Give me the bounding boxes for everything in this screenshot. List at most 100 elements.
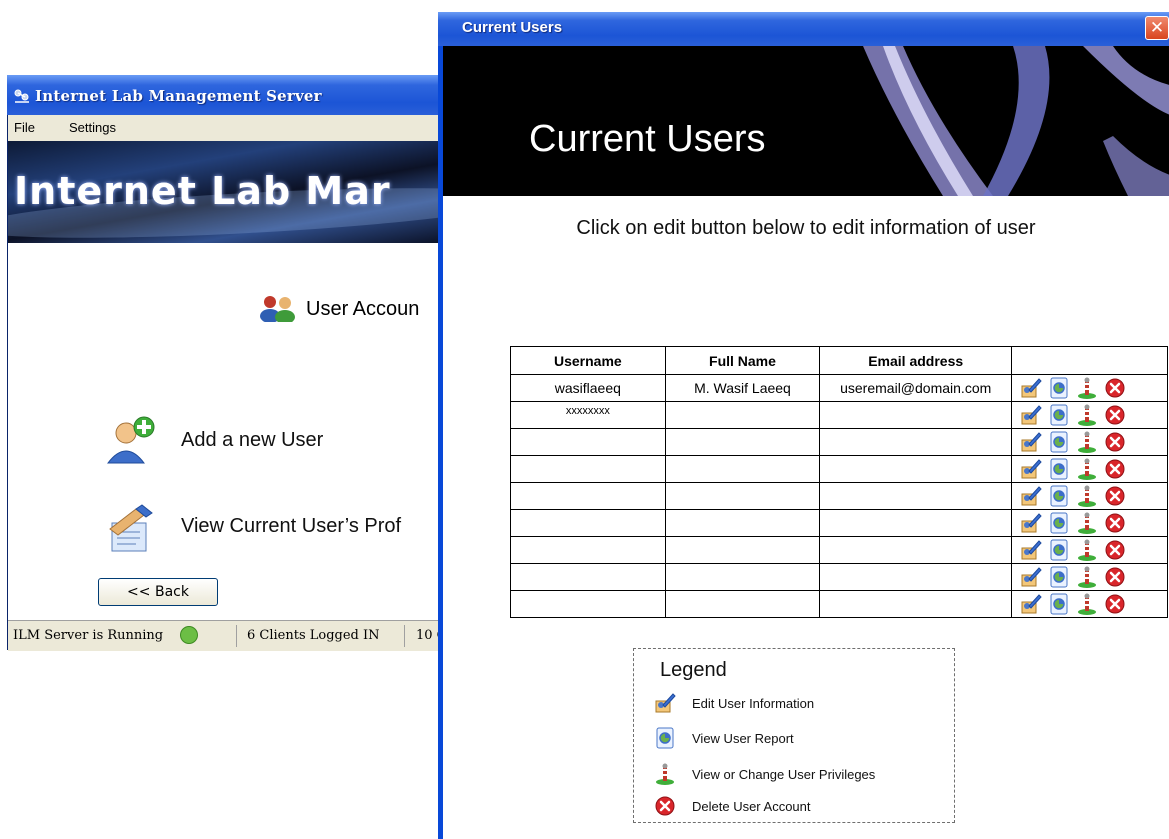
- back-button[interactable]: << Back: [98, 578, 218, 606]
- privileges-icon[interactable]: [1076, 485, 1098, 507]
- privileges-icon[interactable]: [1076, 593, 1098, 615]
- add-user-icon[interactable]: [106, 415, 158, 465]
- delete-icon[interactable]: [1104, 458, 1126, 480]
- view-profile-link[interactable]: View Current User’s Prof: [181, 515, 401, 538]
- edit-user-icon[interactable]: [1020, 404, 1042, 426]
- cell-username: [510, 563, 666, 591]
- header-full-name: Full Name: [664, 346, 821, 375]
- window-title: Internet Lab Management Server: [35, 87, 322, 105]
- table-row: [510, 482, 1168, 510]
- cell-actions: [1011, 536, 1168, 564]
- cell-email: [819, 401, 1013, 429]
- status-divider: [236, 625, 237, 647]
- cell-username: [510, 509, 666, 537]
- table-row: [510, 509, 1168, 537]
- view-report-icon[interactable]: [1048, 377, 1070, 399]
- cell-email: [819, 482, 1013, 510]
- cell-full-name: [664, 536, 821, 564]
- edit-user-icon[interactable]: [1020, 377, 1042, 399]
- cell-actions: [1011, 374, 1168, 402]
- view-report-icon[interactable]: [1048, 458, 1070, 480]
- delete-icon[interactable]: [1104, 431, 1126, 453]
- status-divider: [404, 625, 405, 647]
- cell-full-name: [664, 482, 821, 510]
- edit-user-icon[interactable]: [1020, 458, 1042, 480]
- row-actions: [1012, 539, 1167, 561]
- row-actions: [1012, 485, 1167, 507]
- banner-title: Internet Lab Mar: [14, 169, 391, 213]
- table-header-row: Username Full Name Email address: [510, 346, 1168, 375]
- table-row: wasiflaeeq M. Wasif Laeeq useremail@domain…: [510, 374, 1168, 402]
- delete-icon[interactable]: [1104, 485, 1126, 507]
- close-button[interactable]: ✕: [1145, 16, 1169, 40]
- view-report-icon: [654, 727, 676, 749]
- legend-item-privileges: View or Change User Privileges: [654, 762, 875, 786]
- view-report-icon[interactable]: [1048, 566, 1070, 588]
- delete-icon[interactable]: [1104, 566, 1126, 588]
- table-row: xxxxxxxx: [510, 401, 1168, 429]
- cell-actions: [1011, 482, 1168, 510]
- cell-email: [819, 509, 1013, 537]
- cell-username: [510, 536, 666, 564]
- row-actions: [1012, 566, 1167, 588]
- cell-email: [819, 563, 1013, 591]
- edit-user-icon[interactable]: [1020, 566, 1042, 588]
- server-status-text: ILM Server is Running: [13, 628, 164, 643]
- close-icon: ✕: [1149, 18, 1165, 38]
- privileges-icon[interactable]: [1076, 458, 1098, 480]
- view-profile-icon[interactable]: [106, 503, 158, 553]
- legend-label: Edit User Information: [692, 695, 815, 711]
- menu-file[interactable]: File: [14, 120, 35, 135]
- menu-settings[interactable]: Settings: [69, 120, 116, 135]
- edit-user-icon[interactable]: [1020, 485, 1042, 507]
- edit-user-icon[interactable]: [1020, 431, 1042, 453]
- edit-user-icon: [654, 692, 676, 714]
- cell-full-name: [664, 455, 821, 483]
- cell-username: [510, 482, 666, 510]
- privileges-icon[interactable]: [1076, 566, 1098, 588]
- cell-actions: [1011, 563, 1168, 591]
- privileges-icon[interactable]: [1076, 404, 1098, 426]
- table-row: [510, 563, 1168, 591]
- view-report-icon[interactable]: [1048, 404, 1070, 426]
- cell-actions: [1011, 428, 1168, 456]
- header-email: Email address: [819, 346, 1013, 375]
- edit-user-icon[interactable]: [1020, 593, 1042, 615]
- privileges-icon[interactable]: [1076, 539, 1098, 561]
- row-actions: [1012, 593, 1167, 615]
- user-accounts-heading: User Accoun: [306, 298, 420, 320]
- check-icon: [180, 626, 198, 644]
- delete-icon[interactable]: [1104, 593, 1126, 615]
- page-title: Current Users: [529, 118, 766, 160]
- view-report-icon[interactable]: [1048, 431, 1070, 453]
- delete-icon[interactable]: [1104, 404, 1126, 426]
- privileges-icon[interactable]: [1076, 377, 1098, 399]
- privileges-icon[interactable]: [1076, 431, 1098, 453]
- view-report-icon[interactable]: [1048, 485, 1070, 507]
- ilm-server-window: Internet Lab Management Server File Sett…: [7, 75, 448, 651]
- cell-username: [510, 590, 666, 618]
- title-bar[interactable]: Internet Lab Management Server: [7, 75, 448, 115]
- delete-icon[interactable]: [1104, 539, 1126, 561]
- app-icon: [14, 89, 29, 103]
- title-bar[interactable]: Current Users ✕: [438, 12, 1169, 46]
- cell-actions: [1011, 509, 1168, 537]
- edit-user-icon[interactable]: [1020, 512, 1042, 534]
- delete-icon[interactable]: [1104, 512, 1126, 534]
- banner-decoration: [863, 46, 1169, 196]
- view-report-icon[interactable]: [1048, 539, 1070, 561]
- view-report-icon[interactable]: [1048, 512, 1070, 534]
- view-report-icon[interactable]: [1048, 593, 1070, 615]
- add-user-link[interactable]: Add a new User: [181, 429, 323, 452]
- users-table: Username Full Name Email address wasifla…: [510, 346, 1168, 618]
- cell-full-name: M. Wasif Laeeq: [664, 374, 821, 402]
- edit-user-icon[interactable]: [1020, 539, 1042, 561]
- cell-full-name: [664, 401, 821, 429]
- page-banner: Current Users: [443, 46, 1169, 196]
- cell-full-name: [664, 509, 821, 537]
- privileges-icon[interactable]: [1076, 512, 1098, 534]
- clients-count-text: 6 Clients Logged IN: [247, 628, 380, 643]
- delete-icon[interactable]: [1104, 377, 1126, 399]
- cell-username: wasiflaeeq: [510, 374, 666, 402]
- cell-full-name: [664, 428, 821, 456]
